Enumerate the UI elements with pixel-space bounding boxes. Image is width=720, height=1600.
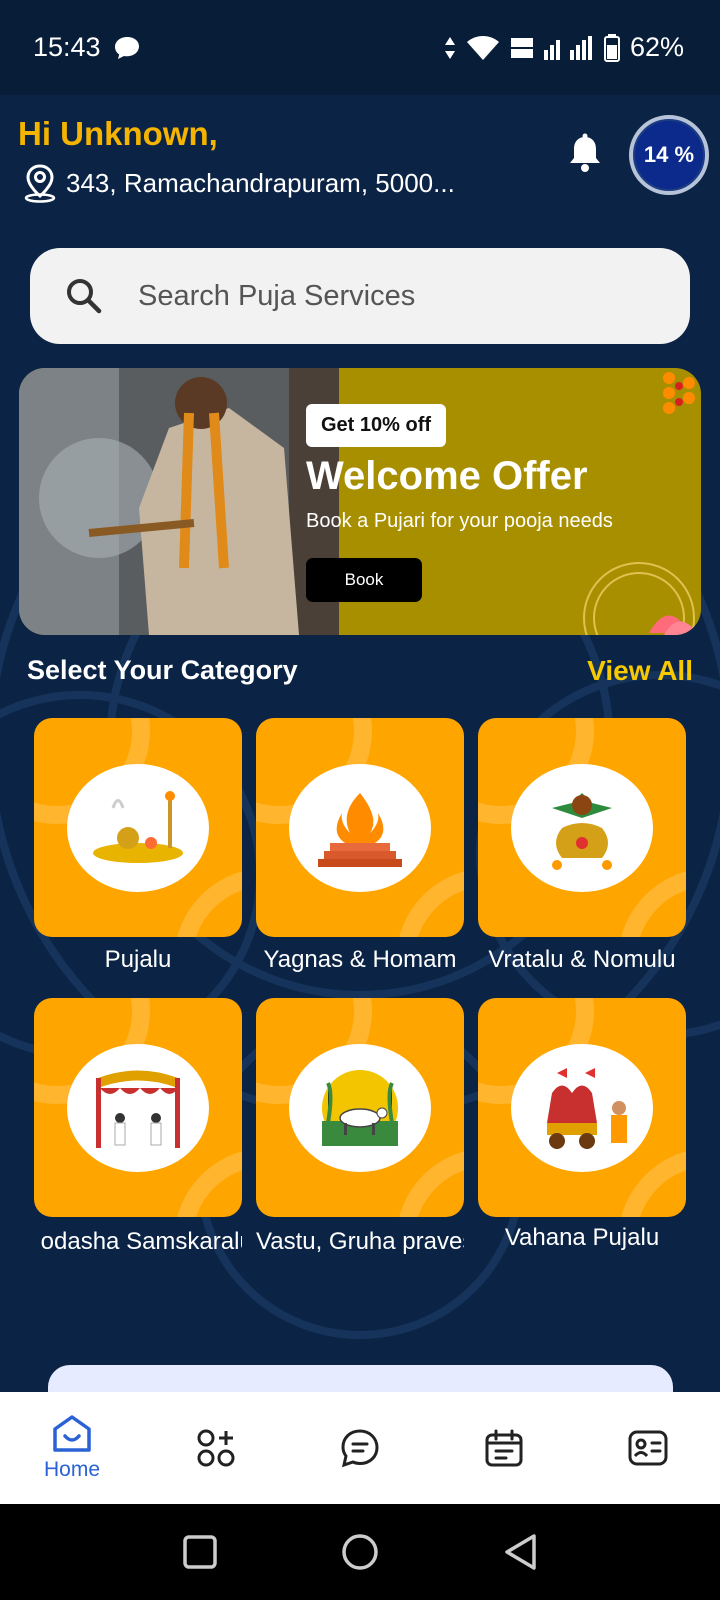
volte-icon <box>510 37 533 58</box>
status-bar: 15:43 62% <box>0 0 720 95</box>
wifi-icon <box>466 35 499 60</box>
nav-bookings[interactable] <box>449 1398 559 1498</box>
category-card-yagnas[interactable] <box>256 718 464 937</box>
book-button[interactable]: Book <box>306 558 422 602</box>
view-all-link[interactable]: View All <box>587 655 693 687</box>
nav-categories[interactable] <box>161 1398 271 1498</box>
profile-card-icon <box>628 1430 668 1466</box>
back-icon[interactable] <box>502 1533 538 1571</box>
bell-icon[interactable] <box>566 133 604 175</box>
system-navigation-bar <box>0 1504 720 1600</box>
category-label: Vratalu & Nomulu <box>488 946 676 973</box>
signal-icon <box>543 35 592 60</box>
chariot-icon <box>511 1044 653 1172</box>
location-text: 343, Ramachandrapuram, 5000... <box>66 167 455 198</box>
categories-icon <box>197 1429 235 1467</box>
category-header: Select Your Category View All <box>27 655 693 687</box>
banner-title: Welcome Offer <box>306 454 588 498</box>
category-label: Pujalu <box>104 946 172 973</box>
home-circle-icon[interactable] <box>341 1533 379 1571</box>
category-label: Yagnas & Homam <box>263 946 457 973</box>
nav-profile[interactable] <box>593 1398 703 1498</box>
location-pin-icon <box>24 164 56 203</box>
discount-chip: Get 10% off <box>306 404 447 447</box>
category-card-shodasha[interactable] <box>34 998 242 1217</box>
category-label: Vastu, Gruha praves <box>256 1228 464 1255</box>
profile-progress-text: 14 % <box>643 142 695 167</box>
nav-home[interactable]: Home <box>17 1398 127 1498</box>
offer-banner[interactable]: Get 10% off Welcome Offer Book a Pujari … <box>19 368 701 635</box>
pooja-thali-icon <box>67 764 209 892</box>
location-selector[interactable]: 343, Ramachandrapuram, 5000... <box>22 163 455 203</box>
home-icon <box>53 1415 91 1452</box>
data-arrows-icon <box>444 36 455 59</box>
battery-level: 62% <box>629 32 684 62</box>
search-icon <box>67 279 102 314</box>
chat-icon <box>341 1429 379 1468</box>
greeting: Hi Unknown, <box>18 115 218 152</box>
header: Hi Unknown, 343, Ramachandrapuram, 5000.… <box>18 115 709 215</box>
profile-progress-badge[interactable]: 14 % <box>629 115 709 195</box>
battery-icon <box>603 33 620 62</box>
category-card-pujalu[interactable] <box>34 718 242 937</box>
nav-home-label: Home <box>43 1458 101 1481</box>
flower-garland <box>663 372 695 414</box>
nav-chat[interactable] <box>305 1398 415 1498</box>
chat-notification-icon <box>114 36 139 59</box>
kalash-icon <box>511 764 653 892</box>
category-label: Vahana Pujalu <box>504 1224 660 1251</box>
category-label: odasha Samskaralu <box>34 1228 242 1255</box>
cow-house-icon <box>289 1044 431 1172</box>
search-input[interactable]: Search Puja Services <box>138 280 415 313</box>
status-time: 15:43 <box>33 32 101 62</box>
category-card-vratalu[interactable] <box>478 718 686 937</box>
homam-fire-icon <box>289 764 431 892</box>
category-title: Select Your Category <box>27 655 298 685</box>
search-bar[interactable]: Search Puja Services <box>30 248 690 344</box>
banner-subtitle: Book a Pujari for your pooja needs <box>306 510 613 532</box>
category-card-vahana[interactable] <box>478 998 686 1217</box>
pujari-photo <box>19 368 339 635</box>
bottom-navigation: Home <box>0 1392 720 1504</box>
wedding-mandap-icon <box>67 1044 209 1172</box>
banner-decoration <box>583 562 699 635</box>
recents-icon[interactable] <box>182 1534 218 1570</box>
category-card-vastu[interactable] <box>256 998 464 1217</box>
calendar-icon <box>485 1429 523 1467</box>
